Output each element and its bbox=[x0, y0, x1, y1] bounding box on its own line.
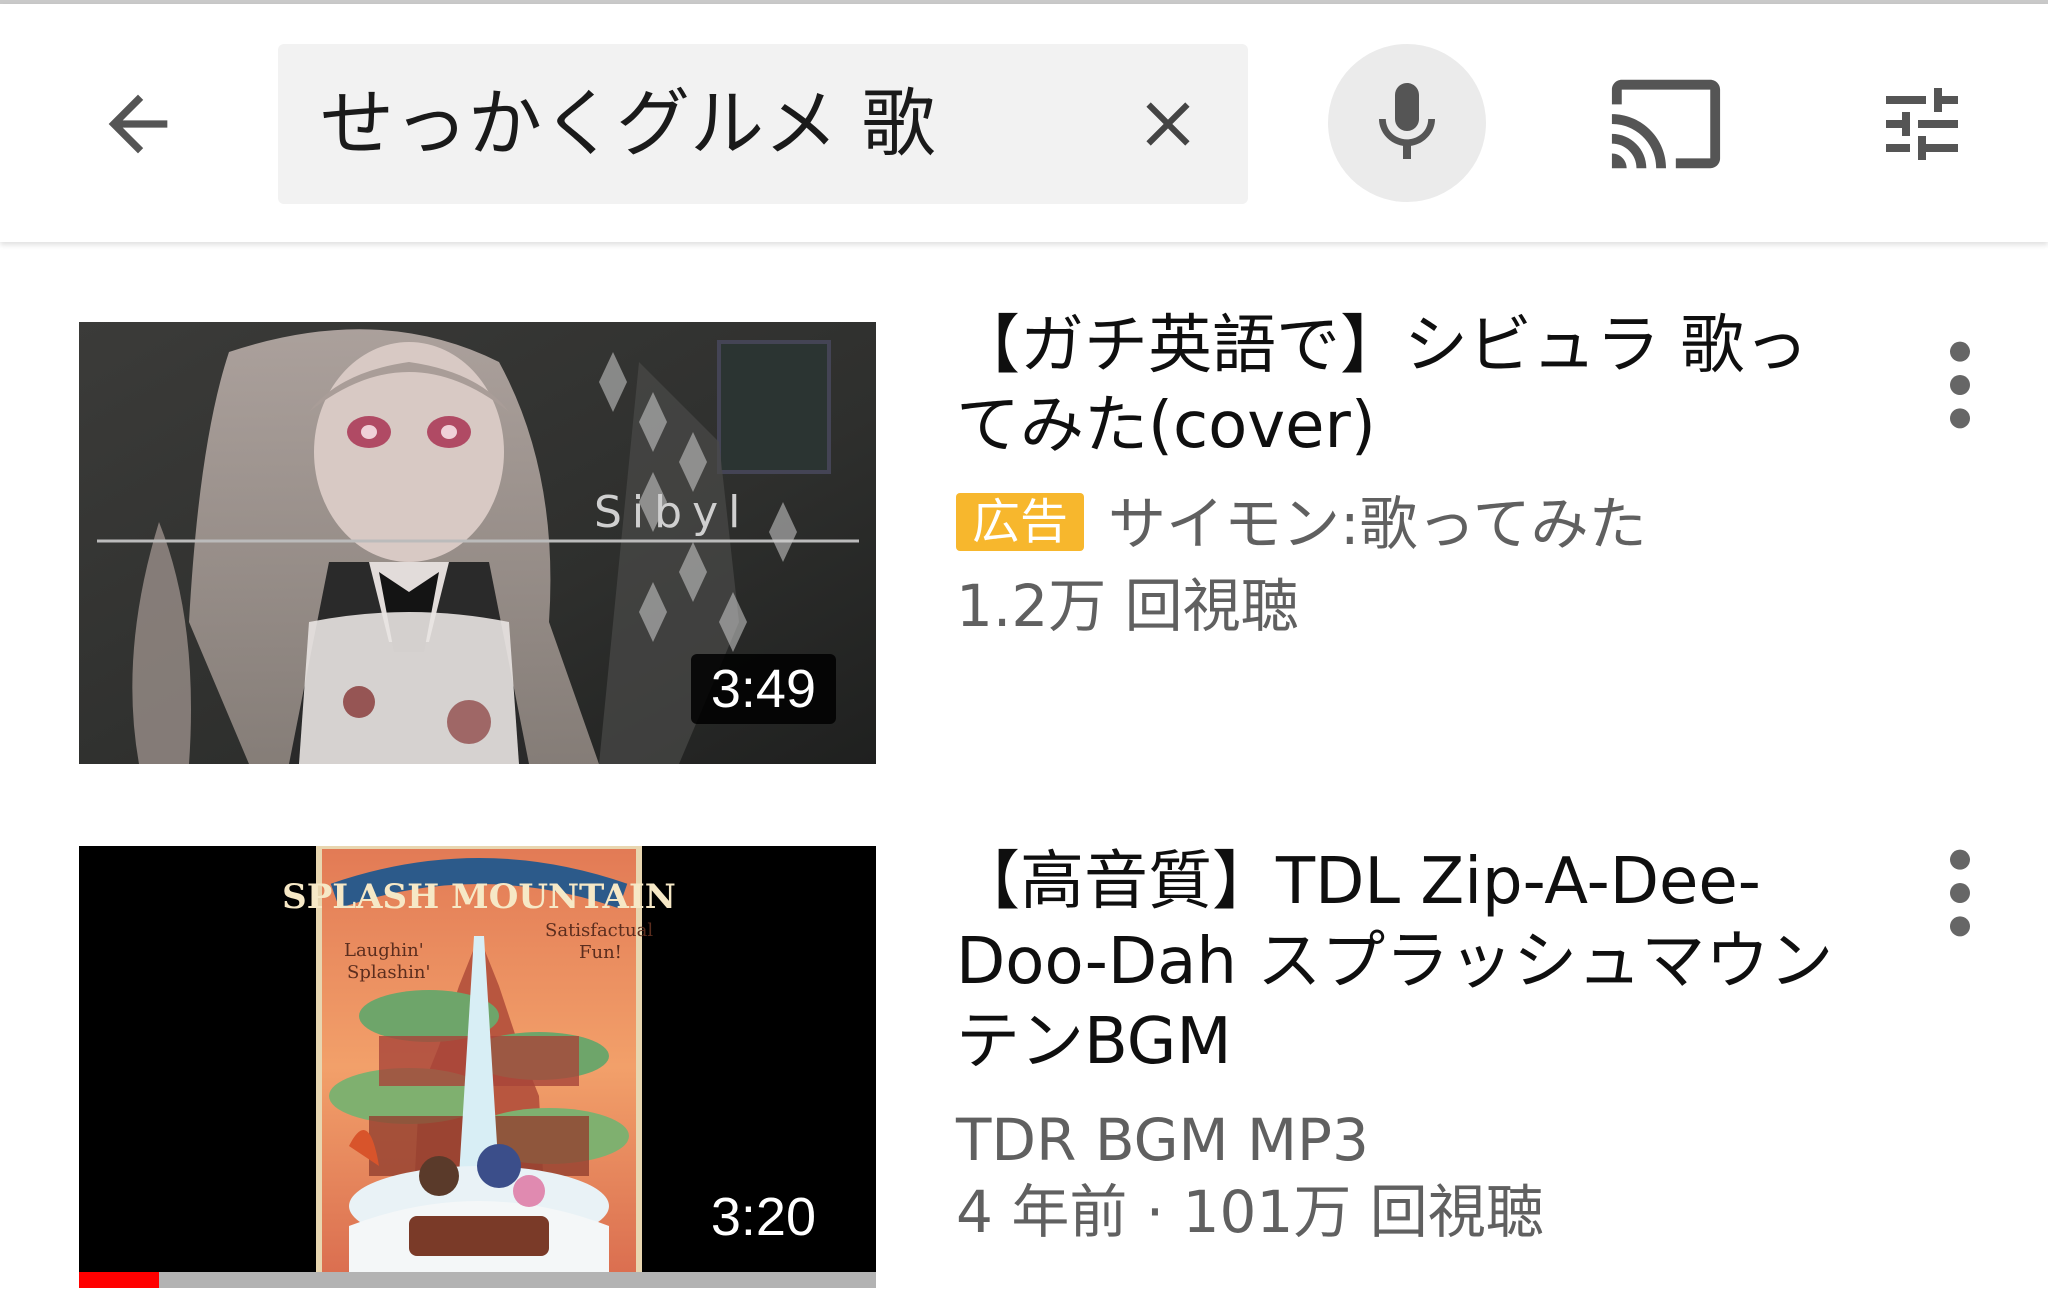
video-thumbnail[interactable]: Sibyl 3:49 bbox=[79, 322, 876, 764]
more-options-button[interactable] bbox=[1920, 838, 2000, 948]
voice-search-button[interactable] bbox=[1328, 44, 1486, 202]
video-duration: 3:20 bbox=[710, 1187, 816, 1247]
video-title[interactable]: 【ガチ英語で】シビュラ 歌ってみた(cover) bbox=[956, 306, 1856, 466]
search-field[interactable]: せっかくグルメ 歌 bbox=[278, 44, 1248, 204]
video-thumbnail[interactable]: SPLASH MOUNTAIN Laughin' Splashin' Satis… bbox=[79, 846, 876, 1288]
svg-text:Splashin': Splashin' bbox=[347, 962, 430, 983]
search-app-bar: せっかくグルメ 歌 bbox=[0, 4, 2048, 242]
cast-button[interactable] bbox=[1598, 68, 1734, 180]
svg-text:Satisfactual: Satisfactual bbox=[545, 920, 653, 941]
video-title[interactable]: 【高音質】TDL Zip-A-Dee-Doo-Dah スプラッシュマウンテンBG… bbox=[956, 842, 1856, 1082]
more-options-button[interactable] bbox=[1920, 330, 2000, 440]
cast-icon bbox=[1611, 79, 1721, 169]
search-filters-button[interactable] bbox=[1866, 68, 1978, 180]
back-button[interactable] bbox=[82, 68, 194, 180]
thumbnail-title-text: SPLASH MOUNTAIN bbox=[282, 877, 676, 917]
filter-sliders-icon bbox=[1886, 88, 1958, 160]
search-query[interactable]: せっかくグルメ 歌 bbox=[320, 74, 936, 174]
channel-name[interactable]: TDR BGM MP3 bbox=[956, 1100, 1369, 1180]
close-icon bbox=[1146, 102, 1190, 146]
video-duration: 3:49 bbox=[690, 654, 836, 724]
arrow-left-icon bbox=[108, 94, 168, 154]
watch-progress-fill bbox=[79, 1272, 159, 1288]
video-stats: 1.2万 回視聴 bbox=[956, 572, 1299, 640]
microphone-icon bbox=[1379, 83, 1435, 159]
watch-progress-bar bbox=[79, 1272, 876, 1288]
clear-search-button[interactable] bbox=[1118, 74, 1218, 174]
video-channel-line: 広告 サイモン:歌ってみた bbox=[956, 484, 1647, 564]
video-stats: 4 年前 · 101万 回視聴 bbox=[956, 1178, 1544, 1246]
channel-name[interactable]: サイモン:歌ってみた bbox=[1108, 490, 1647, 558]
thumbnail-title-text: Sibyl bbox=[594, 487, 750, 538]
svg-text:Laughin': Laughin' bbox=[344, 940, 424, 961]
svg-text:Fun!: Fun! bbox=[579, 942, 622, 963]
ad-badge: 広告 bbox=[956, 493, 1085, 551]
more-vertical-icon bbox=[1950, 849, 1970, 937]
more-vertical-icon bbox=[1950, 341, 1970, 429]
